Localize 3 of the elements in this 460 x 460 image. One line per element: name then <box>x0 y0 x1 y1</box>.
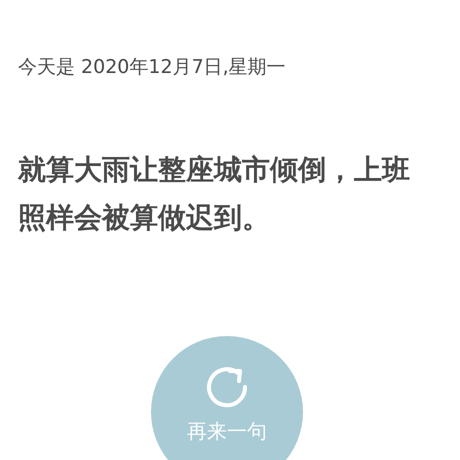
refresh-button[interactable]: 再来一句 <box>151 336 303 460</box>
quote-text: 就算大雨让整座城市倾倒，上班照样会被算做迟到。 <box>18 152 411 236</box>
date-line: 今天是 2020年12月7日,星期一 <box>18 55 287 80</box>
